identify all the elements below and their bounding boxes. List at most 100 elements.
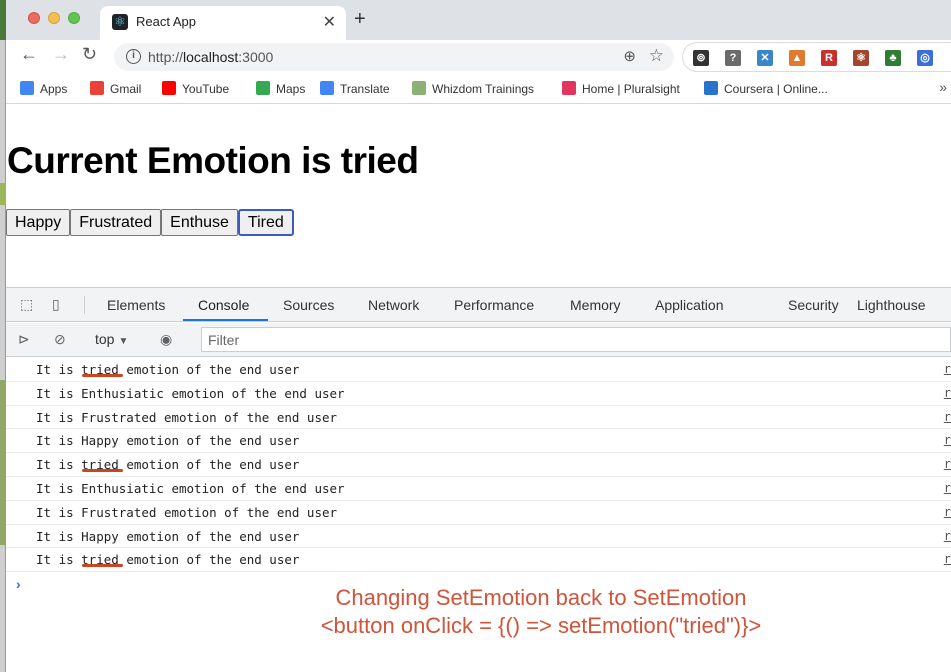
- address-bar[interactable]: i http://localhost:3000 ⊕ ☆: [114, 43, 674, 71]
- bookmark-gmail[interactable]: Gmail: [90, 81, 141, 96]
- devtools-tab-application[interactable]: Application: [655, 297, 724, 313]
- bookmark-apps[interactable]: Apps: [20, 81, 67, 96]
- log-source-link[interactable]: r: [944, 406, 951, 429]
- emotion-buttons: Happy Frustrated Enthuse Tired: [6, 209, 294, 236]
- tab-title: React App: [136, 14, 196, 29]
- devtools-tab-bar: ⬚ ▯ Elements Console Sources Network Perform…: [6, 288, 951, 322]
- log-emotion: Enthusiatic: [81, 385, 164, 401]
- inspect-element-icon[interactable]: ⬚: [20, 296, 36, 312]
- log-source-link[interactable]: r: [944, 525, 951, 548]
- console-output: It is tried emotion of the end user r It i…: [6, 358, 951, 598]
- emotion-button-frustrated[interactable]: Frustrated: [70, 209, 162, 236]
- emotion-button-happy[interactable]: Happy: [6, 209, 71, 236]
- clear-console-icon[interactable]: ⊘: [54, 331, 70, 347]
- zoom-icon[interactable]: ⊕: [623, 47, 636, 65]
- bookmark-favicon-icon: [20, 81, 34, 95]
- emotion-button-tired[interactable]: Tired: [237, 209, 294, 236]
- log-source-link[interactable]: r: [944, 429, 951, 452]
- bookmark-home-pluralsight[interactable]: Home | Pluralsight: [562, 81, 680, 96]
- react-atom-icon: ⚛: [112, 14, 128, 30]
- bookmark-favicon-icon: [256, 81, 270, 95]
- console-filter-input[interactable]: [201, 327, 951, 352]
- devtools-tab-lighthouse[interactable]: Lighthouse: [857, 297, 926, 313]
- devtools-tab-sources[interactable]: Sources: [283, 297, 334, 313]
- bookmarks-bar: » Apps Gmail YouTube Maps Translate Whizdom T…: [6, 74, 951, 104]
- bookmark-maps[interactable]: Maps: [256, 81, 305, 96]
- bookmark-whizdom-trainings[interactable]: Whizdom Trainings: [412, 81, 534, 96]
- bookmark-coursera-online[interactable]: Coursera | Online...: [704, 81, 828, 96]
- highlighted-log-emotion: tried: [81, 457, 119, 473]
- device-toolbar-icon[interactable]: ▯: [52, 296, 68, 312]
- reload-icon[interactable]: ↻: [82, 44, 97, 65]
- bookmark-label: Apps: [40, 82, 68, 96]
- page-heading: Current Emotion is tried: [7, 140, 419, 181]
- browser-tab[interactable]: ⚛ React App ✕: [100, 6, 346, 40]
- maximize-window-button[interactable]: [68, 12, 80, 24]
- compass-extension-icon[interactable]: ◎: [917, 50, 933, 66]
- highlighted-log-emotion: tried: [81, 362, 119, 377]
- devtools-tab-elements[interactable]: Elements: [107, 297, 165, 313]
- sidebar-toggle-icon[interactable]: ⊳: [18, 331, 34, 347]
- bookmark-label: Translate: [340, 82, 390, 96]
- bookmark-youtube[interactable]: YouTube: [162, 81, 229, 96]
- forward-arrow-icon[interactable]: →: [52, 44, 70, 65]
- bookmark-star-icon[interactable]: ☆: [649, 46, 664, 66]
- lighthouse-extension-icon[interactable]: ▲: [789, 50, 805, 66]
- divider: [84, 296, 85, 314]
- console-log-row: It is tried emotion of the end user r: [6, 453, 951, 477]
- minimize-window-button[interactable]: [48, 12, 60, 24]
- close-tab-icon[interactable]: ✕: [323, 12, 336, 32]
- tree-extension-icon[interactable]: ♣: [885, 50, 901, 66]
- context-selector[interactable]: top ▼: [95, 331, 128, 347]
- help-extension-icon[interactable]: ?: [725, 50, 741, 66]
- bookmark-favicon-icon: [162, 81, 176, 95]
- active-tab-indicator: [183, 319, 268, 321]
- react-devtools-extension-icon[interactable]: ⚛: [853, 50, 869, 66]
- emotion-button-enthuse[interactable]: Enthuse: [161, 209, 238, 236]
- bookmark-favicon-icon: [704, 81, 718, 95]
- back-arrow-icon[interactable]: ←: [20, 44, 38, 65]
- console-log-row: It is Happy emotion of the end user r: [6, 525, 951, 549]
- log-emotion: Enthusiatic: [81, 480, 164, 496]
- log-source-link[interactable]: r: [944, 501, 951, 524]
- log-source-link[interactable]: r: [944, 548, 951, 571]
- devtools-panel: ⬚ ▯ Elements Console Sources Network Perform…: [6, 287, 951, 672]
- log-source-link[interactable]: r: [944, 382, 951, 405]
- log-source-link[interactable]: r: [944, 453, 951, 476]
- devtools-tab-console[interactable]: Console: [198, 297, 249, 313]
- bookmark-label: Maps: [276, 82, 306, 96]
- devtools-tab-network[interactable]: Network: [368, 297, 419, 313]
- bookmark-label: Whizdom Trainings: [432, 82, 535, 96]
- browser-toolbar: ← → ↻ i http://localhost:3000 ⊕ ☆ ⊚? ✕ ▲ R ⚛…: [6, 40, 951, 74]
- log-emotion: Happy: [81, 433, 119, 449]
- background-window-strip: [0, 0, 6, 672]
- more-bookmarks-icon[interactable]: »: [939, 79, 947, 95]
- extensions-bar: ⊚? ✕ ▲ R ⚛ ♣ ◎: [682, 42, 951, 72]
- url-text[interactable]: http://localhost:3000: [148, 49, 273, 65]
- eye-icon[interactable]: ◉: [160, 331, 176, 347]
- devtools-tab-security[interactable]: Security: [788, 297, 839, 313]
- page-content: Current Emotion is tried Happy Frustrated…: [6, 105, 951, 287]
- console-log-row: It is Happy emotion of the end user r: [6, 429, 951, 454]
- bookmark-label: Home | Pluralsight: [582, 82, 680, 96]
- devtools-tab-performance[interactable]: Performance: [454, 297, 534, 313]
- log-source-link[interactable]: r: [944, 477, 951, 500]
- bookmark-favicon-icon: [90, 81, 104, 95]
- bookmark-translate[interactable]: Translate: [320, 81, 390, 96]
- annotation-line-1: Changing SetEmotion back to SetEmotion: [335, 585, 747, 610]
- bookmark-label: Gmail: [110, 82, 142, 96]
- screen: ⚛ React App ✕ + ← → ↻ i http://localhost…: [0, 0, 951, 672]
- log-source-link[interactable]: r: [944, 358, 951, 381]
- r-extension-icon[interactable]: R: [821, 50, 837, 66]
- console-log-row: It is tried emotion of the end user r: [6, 358, 951, 382]
- new-tab-button[interactable]: +: [354, 8, 366, 31]
- close-window-button[interactable]: [28, 12, 40, 24]
- console-toolbar: ⊳ ⊘ top ▼ ◉: [6, 323, 951, 357]
- x-extension-icon[interactable]: ✕: [757, 50, 773, 66]
- extension-1-icon[interactable]: ⊚: [693, 50, 709, 66]
- bookmark-favicon-icon: [412, 81, 426, 95]
- browser-tab-bar: ⚛ React App ✕ +: [6, 0, 951, 40]
- log-emotion: Happy: [81, 528, 119, 544]
- site-info-icon[interactable]: i: [126, 49, 141, 64]
- devtools-tab-memory[interactable]: Memory: [570, 297, 621, 313]
